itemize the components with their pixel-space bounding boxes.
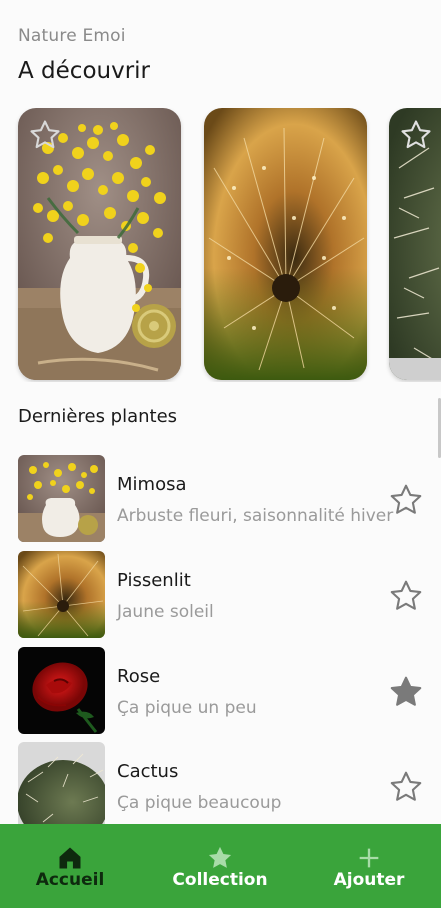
header: Nature Emoi A découvrir (18, 26, 150, 84)
item-name: Pissenlit (117, 570, 191, 591)
list-item-rose[interactable]: Rose Ça pique un peu (0, 647, 441, 737)
nav-label-accueil: Accueil (35, 870, 105, 890)
bottom-navigation: Accueil Collection Ajouter (0, 824, 441, 908)
item-name: Rose (117, 666, 161, 687)
star-outline-icon[interactable] (399, 118, 433, 152)
nav-collection[interactable]: Collection (150, 824, 290, 908)
item-description: Arbuste fleuri, saisonnalité hiver (117, 506, 394, 526)
star-icon (208, 846, 232, 868)
item-description: Jaune soleil (117, 602, 214, 622)
nav-label-ajouter: Ajouter (333, 870, 405, 890)
nav-accueil[interactable]: Accueil (0, 824, 140, 908)
item-name: Cactus (117, 761, 179, 782)
pissenlit-thumbnail (18, 551, 105, 638)
item-description: Ça pique beaucoup (117, 793, 282, 813)
nav-ajouter[interactable]: Ajouter (299, 824, 439, 908)
discover-card-pissenlit[interactable] (204, 108, 367, 380)
list-item-mimosa[interactable]: Mimosa Arbuste fleuri, saisonnalité hive… (0, 455, 441, 545)
rose-thumbnail (18, 647, 105, 734)
discover-carousel[interactable] (0, 108, 441, 382)
star-outline-icon[interactable] (388, 578, 424, 614)
plus-icon (359, 848, 379, 868)
discover-title: A découvrir (18, 58, 151, 84)
star-outline-icon[interactable] (28, 118, 62, 152)
app-name: Nature Emoi (18, 26, 126, 46)
star-outline-icon[interactable] (388, 769, 424, 805)
discover-card-cactus[interactable] (389, 108, 441, 380)
item-description: Ça pique un peu (117, 698, 257, 718)
star-outline-icon[interactable] (388, 482, 424, 518)
discover-card-mimosa[interactable] (18, 108, 181, 380)
pissenlit-image (204, 108, 367, 380)
nav-label-collection: Collection (172, 870, 268, 890)
list-item-pissenlit[interactable]: Pissenlit Jaune soleil (0, 551, 441, 641)
latest-title: Dernières plantes (18, 406, 178, 427)
cactus-thumbnail (18, 742, 105, 829)
star-filled-icon[interactable] (388, 674, 424, 710)
home-icon (59, 847, 81, 869)
item-name: Mimosa (117, 474, 187, 495)
list-item-cactus[interactable]: Cactus Ça pique beaucoup (0, 742, 441, 832)
mimosa-thumbnail (18, 455, 105, 542)
